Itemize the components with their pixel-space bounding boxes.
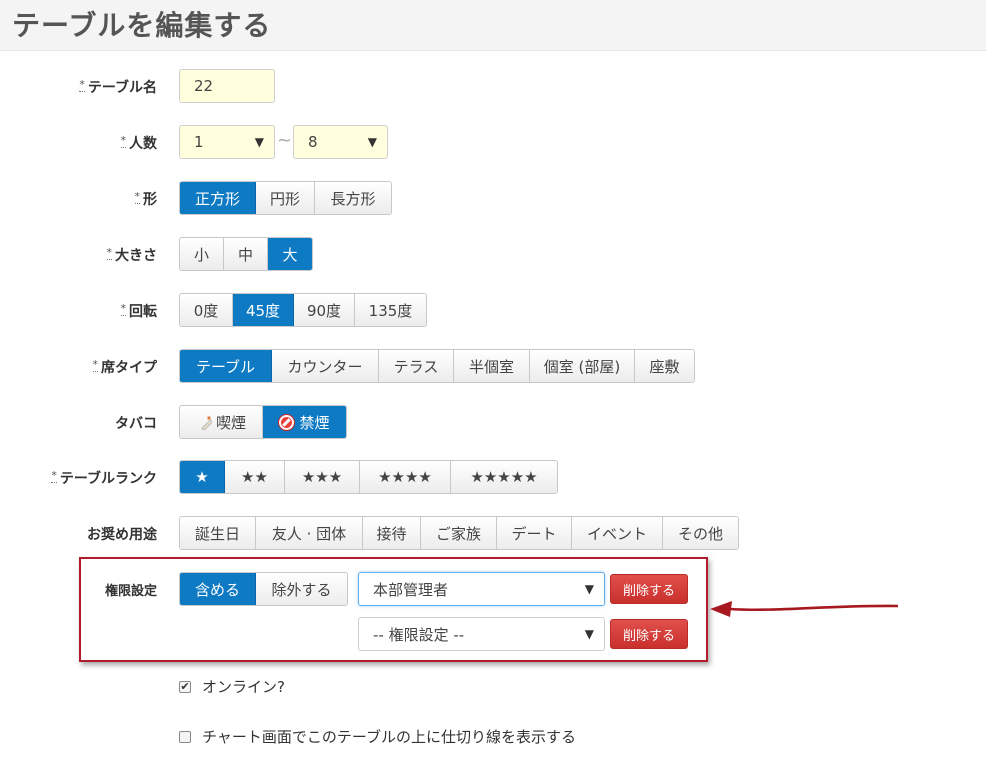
permission-select-2[interactable]: -- 権限設定 -- ▼ <box>358 617 605 651</box>
seat-type-counter-button[interactable]: カウンター <box>272 350 379 382</box>
permission-mode-button-group: 含める 除外する <box>179 572 348 606</box>
shape-label: * 形 <box>134 190 157 208</box>
purpose-button-group: 誕生日 友人 · 団体 接待 ご家族 デート イベント その他 <box>179 516 739 550</box>
purpose-birthday-button[interactable]: 誕生日 <box>180 517 256 549</box>
seat-type-zashiki-button[interactable]: 座敷 <box>635 350 694 382</box>
rotation-label: * 回転 <box>120 302 157 320</box>
capacity-min-select[interactable]: 1 ▼ <box>179 125 275 159</box>
online-checkbox-row[interactable]: ✔ オンライン? <box>179 676 285 697</box>
rank-1-button[interactable]: ★ <box>180 461 225 493</box>
rotation-90-button[interactable]: 90度 <box>294 294 355 326</box>
tobacco-button-group: 喫煙 禁煙 <box>179 405 347 439</box>
smoking-button[interactable]: 喫煙 <box>180 406 263 438</box>
seat-type-label: * 席タイプ <box>92 358 157 376</box>
tobacco-label: タバコ <box>115 416 157 432</box>
caret-down-icon: ▼ <box>584 627 594 641</box>
cigarette-icon <box>201 416 212 430</box>
rank-2-button[interactable]: ★★ <box>225 461 285 493</box>
purpose-family-button[interactable]: ご家族 <box>421 517 497 549</box>
caret-down-icon: ▼ <box>367 135 377 149</box>
page-header: テーブルを編集する <box>0 0 986 51</box>
permission-include-button[interactable]: 含める <box>180 573 256 605</box>
size-button-group: 小 中 大 <box>179 237 313 271</box>
rank-3-button[interactable]: ★★★ <box>285 461 360 493</box>
delete-permission-button-2[interactable]: 削除する <box>610 619 688 649</box>
permission-exclude-button[interactable]: 除外する <box>256 573 347 605</box>
delete-permission-button-1[interactable]: 削除する <box>610 574 688 604</box>
purpose-event-button[interactable]: イベント <box>572 517 663 549</box>
no-smoking-button[interactable]: 禁煙 <box>263 406 346 438</box>
capacity-label: * 人数 <box>120 134 157 152</box>
permission-select-1[interactable]: 本部管理者 ▼ <box>358 572 605 606</box>
rank-button-group: ★ ★★ ★★★ ★★★★ ★★★★★ <box>179 460 558 494</box>
caret-down-icon: ▼ <box>584 582 594 596</box>
table-rank-label: * テーブルランク <box>51 469 157 487</box>
caret-down-icon: ▼ <box>254 135 264 149</box>
purpose-date-button[interactable]: デート <box>497 517 572 549</box>
range-separator: ~ <box>277 130 293 151</box>
purpose-business-button[interactable]: 接待 <box>363 517 421 549</box>
purpose-friends-group-button[interactable]: 友人 · 団体 <box>256 517 363 549</box>
seat-type-semi-private-button[interactable]: 半個室 <box>454 350 530 382</box>
rank-4-button[interactable]: ★★★★ <box>360 461 451 493</box>
rotation-button-group: 0度 45度 90度 135度 <box>179 293 427 327</box>
permission-label: 権限設定 <box>104 584 157 599</box>
divider-checkbox-row[interactable]: チャート画面でこのテーブルの上に仕切り線を表示する <box>179 726 576 747</box>
rotation-0-button[interactable]: 0度 <box>180 294 233 326</box>
table-name-label: * テーブル名 <box>79 78 157 96</box>
table-name-input[interactable] <box>179 69 275 103</box>
size-small-button[interactable]: 小 <box>180 238 224 270</box>
rotation-45-button[interactable]: 45度 <box>233 294 294 326</box>
divider-checkbox[interactable] <box>179 730 191 743</box>
seat-type-button-group: テーブル カウンター テラス 半個室 個室 (部屋) 座敷 <box>179 349 695 383</box>
size-label: * 大きさ <box>106 246 157 264</box>
seat-type-terrace-button[interactable]: テラス <box>379 350 454 382</box>
shape-circle-button[interactable]: 円形 <box>256 182 315 214</box>
shape-button-group: 正方形 円形 長方形 <box>179 181 392 215</box>
purpose-label: お奨め用途 <box>87 527 157 543</box>
size-large-button[interactable]: 大 <box>268 238 312 270</box>
page-title: テーブルを編集する <box>12 9 272 42</box>
no-smoking-icon <box>279 414 295 430</box>
annotation-arrow-icon <box>710 601 899 617</box>
purpose-other-button[interactable]: その他 <box>663 517 738 549</box>
size-medium-button[interactable]: 中 <box>224 238 268 270</box>
capacity-max-select[interactable]: 8 ▼ <box>293 125 388 159</box>
online-checkbox[interactable]: ✔ <box>179 680 191 693</box>
seat-type-private-room-button[interactable]: 個室 (部屋) <box>530 350 635 382</box>
shape-rectangle-button[interactable]: 長方形 <box>315 182 391 214</box>
rank-5-button[interactable]: ★★★★★ <box>451 461 557 493</box>
rotation-135-button[interactable]: 135度 <box>355 294 426 326</box>
seat-type-table-button[interactable]: テーブル <box>180 350 272 382</box>
shape-square-button[interactable]: 正方形 <box>180 182 256 214</box>
